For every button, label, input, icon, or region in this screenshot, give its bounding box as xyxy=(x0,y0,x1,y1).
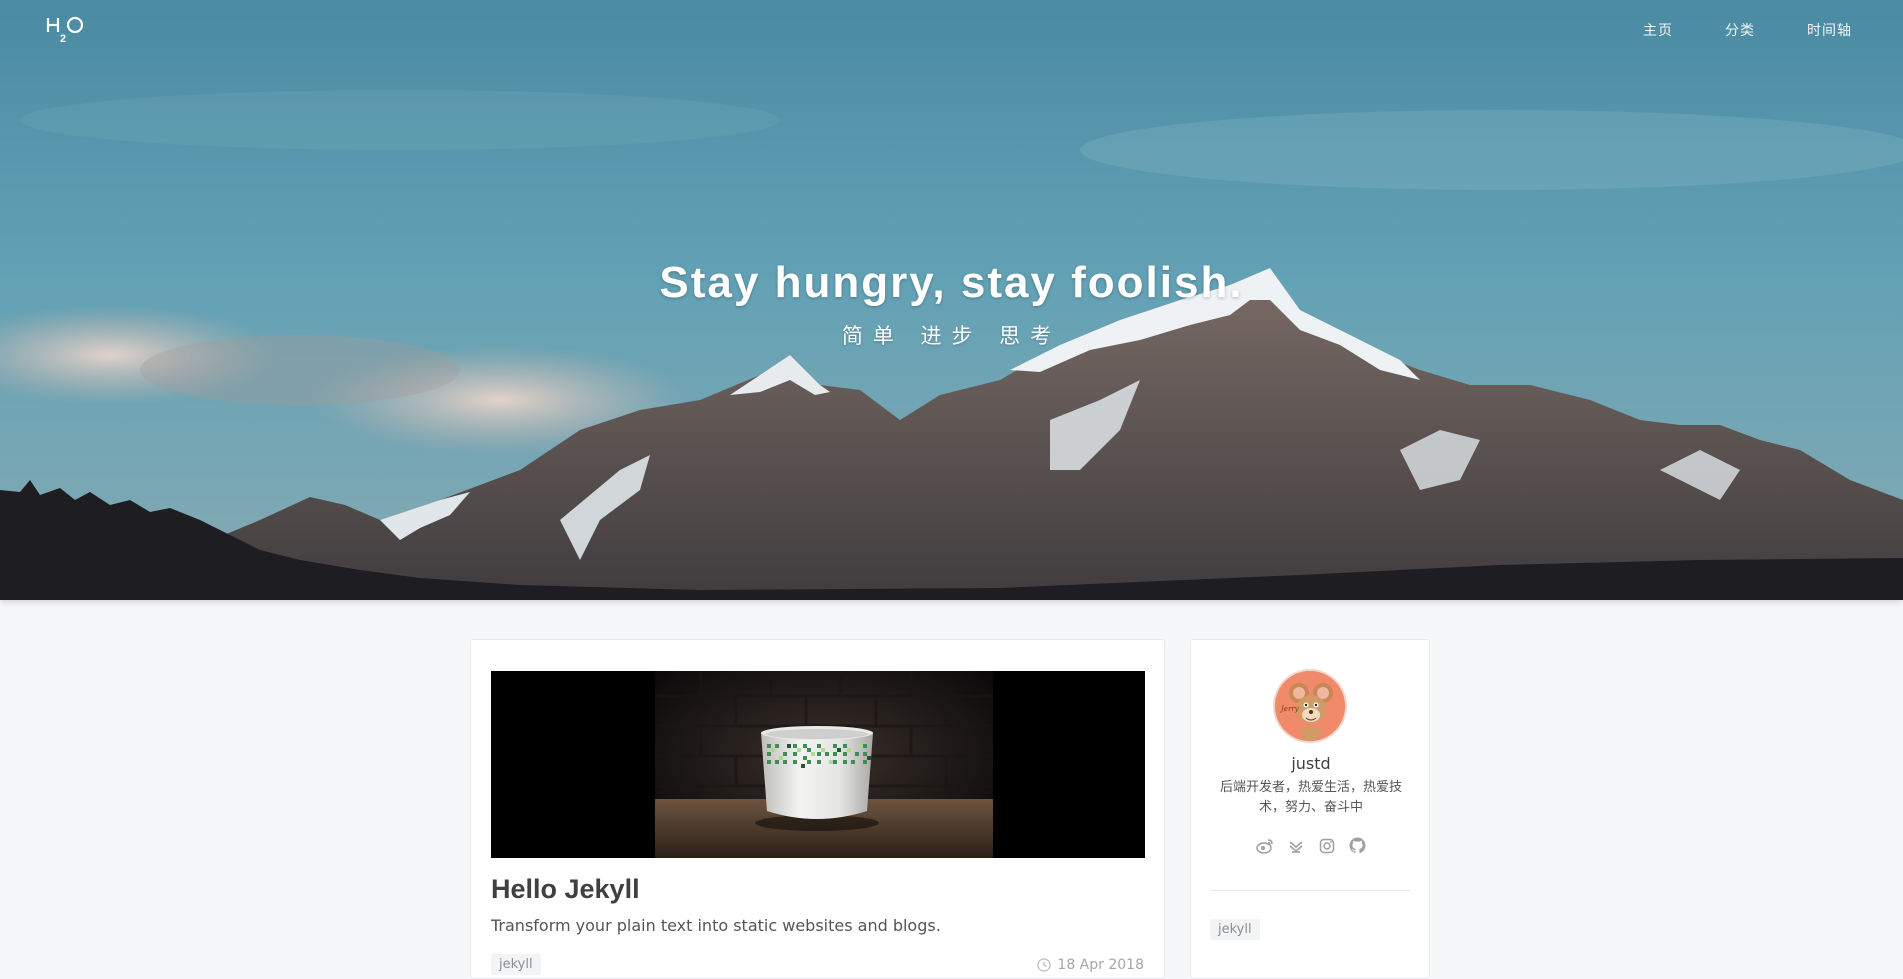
post-title[interactable]: Hello Jekyll xyxy=(491,874,640,905)
divider xyxy=(1211,890,1411,891)
hero-title: Stay hungry, stay foolish. xyxy=(659,258,1244,307)
h2o-logo[interactable]: 2 xyxy=(46,14,86,44)
clock-icon xyxy=(1037,958,1052,972)
weibo-icon[interactable] xyxy=(1255,836,1274,855)
zhihu-icon[interactable] xyxy=(1286,836,1305,855)
post-description: Transform your plain text into static we… xyxy=(491,916,941,935)
instagram-icon[interactable] xyxy=(1317,836,1336,855)
hero-subtitle: 简单 进步 思考 xyxy=(841,324,1062,348)
post-tag[interactable]: jekyll xyxy=(491,954,541,975)
social-links xyxy=(1191,836,1431,855)
nav-category[interactable]: 分类 xyxy=(1673,20,1755,40)
github-mug-image xyxy=(491,671,1145,858)
profile-tag[interactable]: jekyll xyxy=(1210,919,1260,940)
post-card[interactable]: Hello Jekyll Transform your plain text i… xyxy=(470,639,1165,979)
profile-name: justd xyxy=(1291,754,1331,773)
hero-banner: 2 主页 分类 时间轴 Stay hungry, stay foolish. 简… xyxy=(0,0,1903,600)
post-cover-image[interactable] xyxy=(491,671,1145,858)
profile-bio: 后端开发者，热爱生活，热爱技术，努力、奋斗中 xyxy=(1219,780,1402,815)
svg-text:Jerry: Jerry xyxy=(1279,705,1300,713)
top-nav: 主页 分类 时间轴 xyxy=(1591,20,1852,40)
post-date-text: 18 Apr 2018 xyxy=(1057,957,1144,973)
svg-text:2: 2 xyxy=(60,33,66,44)
nav-timeline[interactable]: 时间轴 xyxy=(1755,20,1852,40)
github-icon[interactable] xyxy=(1348,836,1367,855)
post-date: 18 Apr 2018 xyxy=(1037,957,1144,973)
avatar[interactable]: Jerry xyxy=(1275,671,1345,741)
jerry-mouse-avatar: Jerry xyxy=(1275,671,1345,741)
nav-home[interactable]: 主页 xyxy=(1591,20,1673,40)
profile-card: Jerry justd 后端开发者，热爱生活，热爱技术，努力、奋斗中 jekyl… xyxy=(1190,639,1430,979)
